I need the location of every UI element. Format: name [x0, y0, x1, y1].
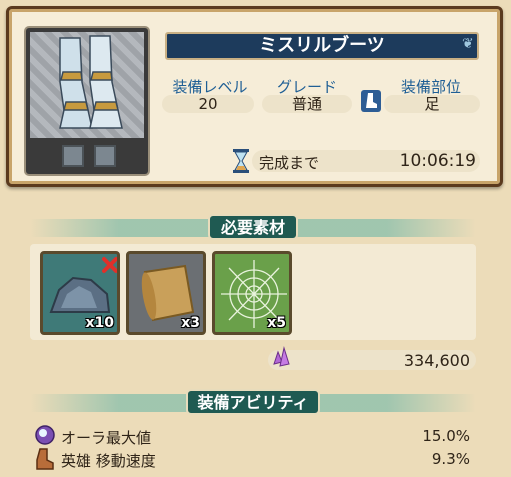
ability-label-1: オーラ最大値	[61, 429, 152, 447]
boot-icon	[34, 447, 56, 471]
hourglass-icon	[232, 148, 250, 174]
materials-section-title: 必要素材	[208, 214, 298, 240]
ability-label-2: 英雄 移動速度	[61, 452, 156, 470]
insufficient-x-icon	[102, 257, 117, 273]
timer-value: 10:06:19	[399, 151, 476, 171]
equip-slot-value: 足	[384, 95, 480, 113]
equip-slot-boot-icon	[361, 90, 381, 112]
equip-level-value: 20	[162, 95, 254, 113]
material-count: x5	[267, 315, 286, 331]
timer-label: 完成まで	[259, 154, 320, 172]
grade-value: 普通	[262, 95, 352, 113]
cost-value: 334,600	[403, 351, 470, 370]
grade-label: グレード	[276, 78, 337, 96]
banner-ornament-right-icon: ❦	[462, 36, 474, 52]
aura-orb-icon	[34, 424, 56, 446]
purple-crystal-icon	[270, 346, 294, 370]
mithril-boots-icon	[30, 32, 144, 138]
ore-rock-icon	[49, 276, 111, 313]
gem-slot-2	[94, 145, 116, 167]
item-name: ミスリルブーツ	[165, 32, 479, 60]
equip-level-label: 装備レベル	[172, 78, 248, 96]
ability-value-1: 15.0%	[422, 427, 470, 445]
material-count: x10	[85, 315, 114, 331]
abilities-section-title: 装備アビリティ	[186, 389, 320, 415]
equip-slot-label: 装備部位	[400, 78, 461, 96]
material-slot-1[interactable]: x10	[40, 251, 120, 335]
material-slot-2[interactable]: x3	[126, 251, 206, 335]
material-count: x3	[181, 315, 200, 331]
ability-value-2: 9.3%	[431, 450, 470, 468]
gem-slot-1	[62, 145, 84, 167]
material-slot-3[interactable]: x5	[212, 251, 292, 335]
